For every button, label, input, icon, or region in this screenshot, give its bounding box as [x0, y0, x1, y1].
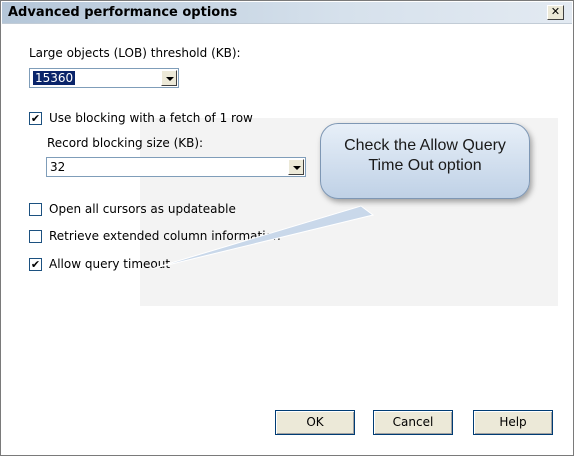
- callout-pointer-shape: [150, 205, 375, 270]
- callout-line-1: Check the Allow Query: [344, 137, 506, 154]
- annotation-callout: Check the Allow Query Time Out option: [320, 123, 530, 199]
- callout-pointer: [150, 205, 375, 270]
- callout-line-2: Time Out option: [368, 157, 482, 174]
- advanced-performance-options-dialog: Advanced performance options ✕ Large obj…: [0, 0, 574, 456]
